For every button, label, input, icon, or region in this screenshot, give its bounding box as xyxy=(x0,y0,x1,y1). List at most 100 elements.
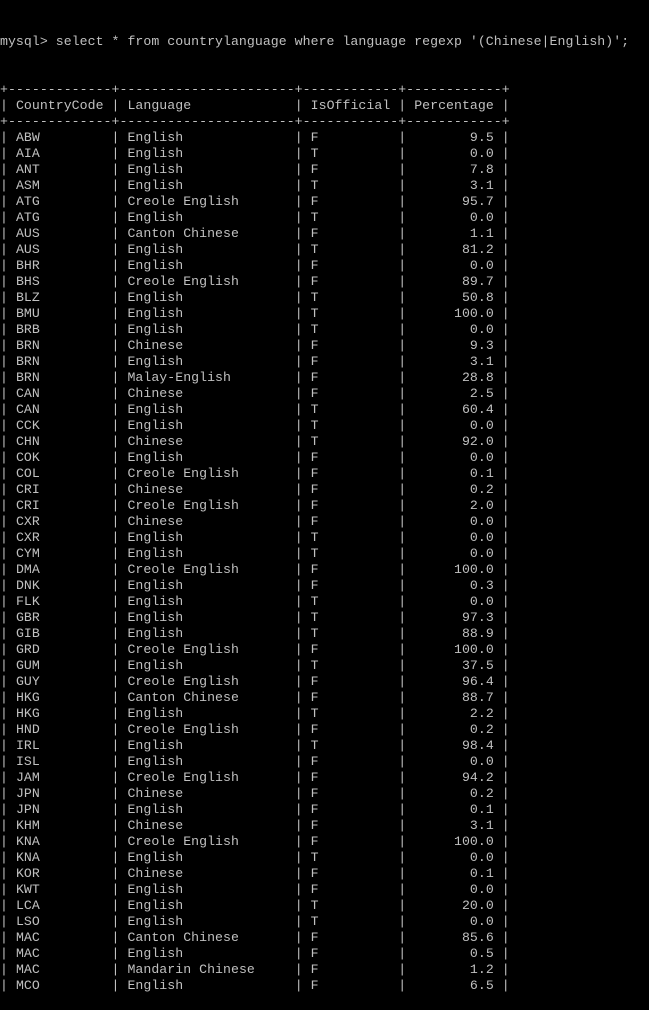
table-row: | JAM | Creole English | F | 94.2 | xyxy=(0,770,510,785)
cell-language: Canton Chinese xyxy=(127,690,287,705)
cell-percentage: 0.0 xyxy=(414,258,494,273)
cell-percentage: 100.0 xyxy=(414,562,494,577)
table-row: | CXR | Chinese | F | 0.0 | xyxy=(0,514,510,529)
table-border-top: +-------------+----------------------+--… xyxy=(0,82,510,97)
cell-language: English xyxy=(127,178,287,193)
cell-isofficial: T xyxy=(310,178,391,193)
cell-percentage: 0.2 xyxy=(414,786,494,801)
cell-isofficial: F xyxy=(310,354,391,369)
cell-language: English xyxy=(127,610,287,625)
terminal-window[interactable]: mysql> select * from countrylanguage whe… xyxy=(0,2,629,1010)
table-row: | CRI | Creole English | F | 2.0 | xyxy=(0,498,510,513)
table-row: | GBR | English | T | 97.3 | xyxy=(0,610,510,625)
cell-language: Canton Chinese xyxy=(127,226,287,241)
cell-countrycode: IRL xyxy=(15,738,104,753)
cell-language: English xyxy=(127,530,287,545)
cell-isofficial: T xyxy=(310,418,391,433)
cell-countrycode: CXR xyxy=(15,530,104,545)
cell-isofficial: T xyxy=(310,850,391,865)
cell-countrycode: KOR xyxy=(15,866,104,881)
cell-isofficial: F xyxy=(310,338,391,353)
cell-percentage: 6.5 xyxy=(414,978,494,993)
cell-countrycode: CXR xyxy=(15,514,104,529)
cell-isofficial: F xyxy=(310,370,391,385)
cell-countrycode: CRI xyxy=(15,482,104,497)
cell-isofficial: T xyxy=(310,546,391,561)
table-row: | CXR | English | T | 0.0 | xyxy=(0,530,510,545)
cell-language: English xyxy=(127,146,287,161)
table-row: | BLZ | English | T | 50.8 | xyxy=(0,290,510,305)
cell-percentage: 7.8 xyxy=(414,162,494,177)
cell-percentage: 88.9 xyxy=(414,626,494,641)
cell-isofficial: F xyxy=(310,514,391,529)
cell-language: English xyxy=(127,322,287,337)
cell-percentage: 100.0 xyxy=(414,834,494,849)
table-row: | LSO | English | T | 0.0 | xyxy=(0,914,510,929)
cell-isofficial: F xyxy=(310,466,391,481)
cell-language: Creole English xyxy=(127,642,287,657)
cell-language: English xyxy=(127,914,287,929)
cell-countrycode: BRB xyxy=(15,322,104,337)
table-row: | DNK | English | F | 0.3 | xyxy=(0,578,510,593)
cell-language: English xyxy=(127,946,287,961)
table-row: | DMA | Creole English | F | 100.0 | xyxy=(0,562,510,577)
cell-language: Creole English xyxy=(127,834,287,849)
cell-isofficial: T xyxy=(310,210,391,225)
cell-language: Chinese xyxy=(127,786,287,801)
cell-language: Chinese xyxy=(127,434,287,449)
table-row: | KWT | English | F | 0.0 | xyxy=(0,882,510,897)
cell-isofficial: T xyxy=(310,290,391,305)
header-countrycode: CountryCode xyxy=(15,98,104,113)
cell-isofficial: T xyxy=(310,594,391,609)
cell-percentage: 9.5 xyxy=(414,130,494,145)
cell-countrycode: GUM xyxy=(15,658,104,673)
cell-countrycode: KNA xyxy=(15,834,104,849)
cell-isofficial: F xyxy=(310,274,391,289)
cell-percentage: 0.0 xyxy=(414,146,494,161)
table-row: | BRB | English | T | 0.0 | xyxy=(0,322,510,337)
table-row: | MAC | English | F | 0.5 | xyxy=(0,946,510,961)
table-row: | BRN | Malay-English | F | 28.8 | xyxy=(0,370,510,385)
cell-isofficial: T xyxy=(310,146,391,161)
cell-countrycode: MCO xyxy=(15,978,104,993)
table-row: | KOR | Chinese | F | 0.1 | xyxy=(0,866,510,881)
cell-countrycode: HND xyxy=(15,722,104,737)
cell-language: English xyxy=(127,210,287,225)
cell-percentage: 3.1 xyxy=(414,178,494,193)
cell-language: Creole English xyxy=(127,722,287,737)
cell-percentage: 60.4 xyxy=(414,402,494,417)
cell-isofficial: F xyxy=(310,962,391,977)
cell-countrycode: GBR xyxy=(15,610,104,625)
cell-isofficial: T xyxy=(310,322,391,337)
table-row: | GUM | English | T | 37.5 | xyxy=(0,658,510,673)
cell-language: Chinese xyxy=(127,482,287,497)
cell-countrycode: COL xyxy=(15,466,104,481)
cell-isofficial: F xyxy=(310,930,391,945)
cell-percentage: 0.1 xyxy=(414,802,494,817)
cell-language: Creole English xyxy=(127,562,287,577)
cell-language: Chinese xyxy=(127,818,287,833)
table-row: | MCO | English | F | 6.5 | xyxy=(0,978,510,993)
table-row: | LCA | English | T | 20.0 | xyxy=(0,898,510,913)
cell-percentage: 96.4 xyxy=(414,674,494,689)
cell-language: Chinese xyxy=(127,514,287,529)
cell-percentage: 1.2 xyxy=(414,962,494,977)
cell-countrycode: KNA xyxy=(15,850,104,865)
table-row: | AUS | English | T | 81.2 | xyxy=(0,242,510,257)
cell-isofficial: T xyxy=(310,530,391,545)
cell-countrycode: AUS xyxy=(15,242,104,257)
cell-countrycode: CYM xyxy=(15,546,104,561)
cell-percentage: 100.0 xyxy=(414,642,494,657)
cell-countrycode: BHR xyxy=(15,258,104,273)
cell-isofficial: T xyxy=(310,898,391,913)
cell-percentage: 0.0 xyxy=(414,322,494,337)
table-row: | CRI | Chinese | F | 0.2 | xyxy=(0,482,510,497)
cell-isofficial: F xyxy=(310,722,391,737)
cell-percentage: 0.0 xyxy=(414,210,494,225)
cell-isofficial: F xyxy=(310,674,391,689)
cell-isofficial: F xyxy=(310,562,391,577)
cell-percentage: 3.1 xyxy=(414,818,494,833)
cell-percentage: 81.2 xyxy=(414,242,494,257)
cell-language: Creole English xyxy=(127,498,287,513)
cell-percentage: 2.5 xyxy=(414,386,494,401)
